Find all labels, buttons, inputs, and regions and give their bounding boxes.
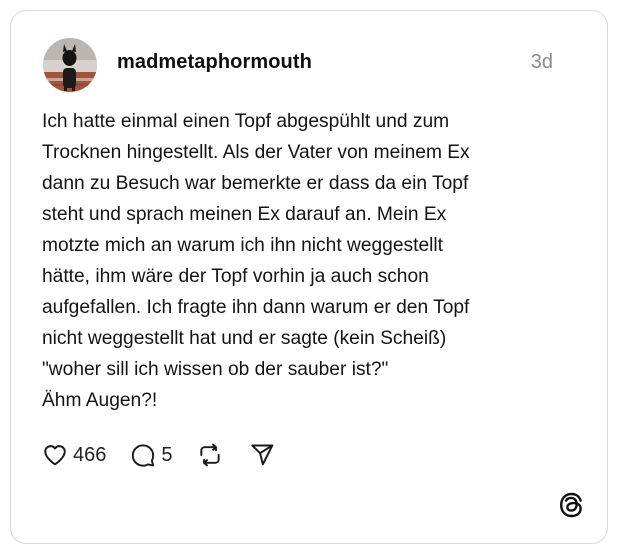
send-icon <box>250 444 273 466</box>
repost-button[interactable] <box>197 442 223 468</box>
post-text-line: steht und sprach meinen Ex darauf an. Me… <box>42 204 447 225</box>
speech-bubble-icon <box>132 444 155 467</box>
post-text-line: nicht weggestellt hat und er sagte (kein… <box>42 328 447 349</box>
like-count: 466 <box>73 443 107 466</box>
threads-logo-icon <box>558 492 584 518</box>
post-text-line: Trocknen hingestellt. Als der Vater von … <box>42 142 470 163</box>
post-card: madmetaphormouth 3d Ich hatte einmal ein… <box>10 10 608 544</box>
username[interactable]: madmetaphormouth <box>117 51 312 74</box>
post-text-line: Ich hatte einmal einen Topf abgespühlt u… <box>42 111 450 132</box>
heart-icon <box>44 445 66 466</box>
reply-count: 5 <box>161 443 173 466</box>
post-text-line: "woher sill ich wissen ob der sauber ist… <box>42 359 389 380</box>
avatar-image <box>43 38 97 92</box>
reply-button[interactable]: 5 <box>130 442 173 468</box>
action-bar: 466 5 <box>42 440 275 470</box>
avatar[interactable] <box>43 38 97 92</box>
post-text-line: motzte mich an warum ich ihn nicht wegge… <box>42 235 443 256</box>
post-text-line: hätte, ihm wäre der Topf vorhin ja auch … <box>42 266 429 287</box>
post-text-line: Ähm Augen?! <box>42 390 158 411</box>
post-text-line: dann zu Besuch war bemerkte er dass da e… <box>42 173 469 194</box>
post-text: Ich hatte einmal einen Topf abgespühlt u… <box>42 106 587 416</box>
like-button[interactable]: 466 <box>42 442 106 468</box>
share-button[interactable] <box>249 442 275 468</box>
timestamp: 3d <box>530 51 553 73</box>
repost-icon <box>199 443 220 467</box>
post-text-line: aufgefallen. Ich fragte ihn dann warum e… <box>42 297 470 318</box>
